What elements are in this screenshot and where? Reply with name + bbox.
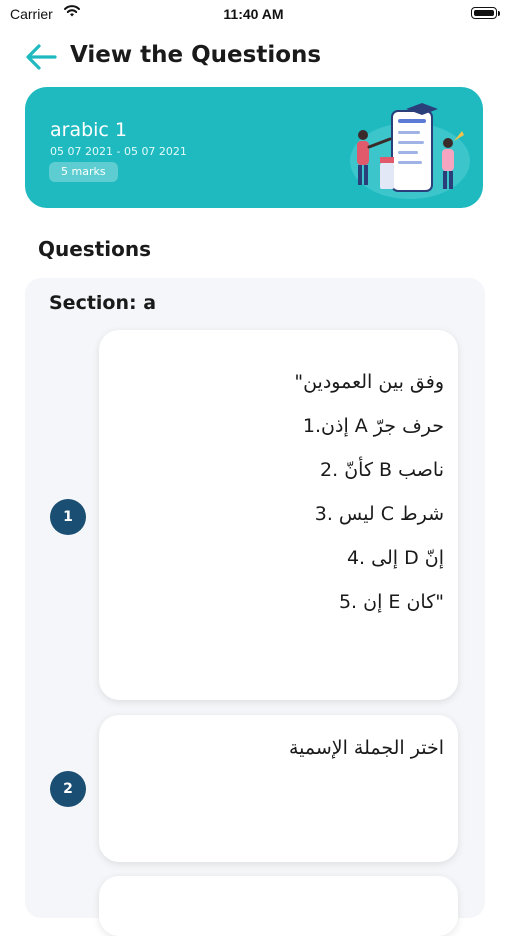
question-line: "كان E إن .5 bbox=[338, 591, 444, 613]
exam-illustration bbox=[350, 103, 470, 199]
page-title: View the Questions bbox=[70, 42, 322, 68]
question-number-badge: 1 bbox=[50, 499, 86, 535]
questions-heading: Questions bbox=[38, 237, 152, 261]
question-card[interactable]: اختر الجملة الإسمية bbox=[99, 715, 458, 862]
header: View the Questions bbox=[0, 36, 507, 80]
question-line: حرف جرّ A إذن.1 bbox=[302, 415, 444, 437]
exam-dates: 05 07 2021 - 05 07 2021 bbox=[50, 145, 187, 158]
question-text: وفق بين العمودين" حرف جرّ A إذن.1 ناصب B… bbox=[294, 360, 444, 624]
status-bar: Carrier 11:40 AM bbox=[0, 0, 507, 28]
question-line: ناصب B كأنّ .2 bbox=[320, 459, 444, 481]
marks-badge: 5 marks bbox=[49, 162, 118, 182]
question-card[interactable]: وفق بين العمودين" حرف جرّ A إذن.1 ناصب B… bbox=[99, 330, 458, 700]
question-line: وفق بين العمودين" bbox=[294, 371, 444, 393]
question-text: اختر الجملة الإسمية bbox=[288, 737, 444, 759]
question-line: شرط C ليس .3 bbox=[314, 503, 444, 525]
section-title: Section: a bbox=[49, 292, 157, 314]
section-panel: Section: a 1 وفق بين العمودين" حرف جرّ A… bbox=[25, 278, 485, 936]
question-card[interactable] bbox=[99, 876, 458, 936]
exam-card: arabic 1 05 07 2021 - 05 07 2021 5 marks bbox=[25, 87, 483, 208]
battery-icon bbox=[471, 7, 500, 19]
arrow-left-icon[interactable] bbox=[24, 42, 58, 72]
question-number-badge: 2 bbox=[50, 771, 86, 807]
status-time: 11:40 AM bbox=[223, 6, 284, 22]
exam-name: arabic 1 bbox=[50, 119, 128, 141]
question-line: إنّ D إلى .4 bbox=[346, 547, 444, 569]
